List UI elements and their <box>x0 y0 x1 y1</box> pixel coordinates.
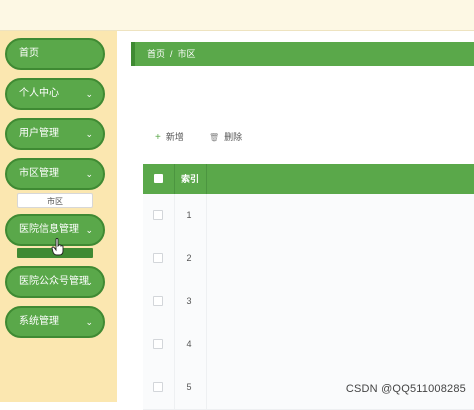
column-divider <box>206 366 207 409</box>
trash-icon: 🗑 <box>209 133 220 142</box>
sidebar-item-label: 用户管理 <box>19 128 59 139</box>
sidebar-item-home[interactable]: 首页 <box>5 38 105 70</box>
table-row[interactable]: 3 <box>143 280 474 324</box>
sidebar-item-user-management[interactable]: 用户管理 ⌄ <box>5 118 105 150</box>
chevron-down-icon: ⌄ <box>85 89 93 99</box>
table-row[interactable]: 2 <box>143 237 474 281</box>
column-divider <box>206 164 207 194</box>
sidebar-item-label: 首页 <box>19 48 39 59</box>
breadcrumb: 首页 / 市区 <box>131 42 474 66</box>
breadcrumb-home[interactable]: 首页 <box>147 49 165 59</box>
add-button[interactable]: + 新增 <box>155 130 184 143</box>
row-index: 5 <box>186 382 192 392</box>
plus-icon: + <box>155 132 161 143</box>
column-divider <box>206 237 207 280</box>
row-index: 4 <box>186 339 192 349</box>
column-divider <box>174 164 175 194</box>
table-header: 索引 <box>143 164 474 194</box>
breadcrumb-current: 市区 <box>177 49 196 59</box>
sidebar-item-system-management[interactable]: 系统管理 ⌄ <box>5 306 105 338</box>
breadcrumb-separator: / <box>170 49 173 59</box>
column-divider <box>206 280 207 323</box>
column-divider <box>206 194 207 237</box>
top-bar <box>0 0 474 31</box>
chevron-down-icon: ⌄ <box>85 169 93 179</box>
row-checkbox[interactable] <box>153 296 163 306</box>
row-checkbox[interactable] <box>153 382 163 392</box>
data-table: 索引 1 2 3 4 5 <box>143 164 474 410</box>
table-row[interactable]: 1 <box>143 194 474 238</box>
hand-cursor-icon <box>51 238 64 256</box>
chevron-down-icon: ⌄ <box>85 225 93 235</box>
chevron-down-icon: ⌄ <box>85 277 93 287</box>
sidebar-item-label: 医院公众号管理 <box>19 276 89 287</box>
sidebar-item-label: 市区管理 <box>19 168 59 179</box>
sidebar-item-label: 系统管理 <box>19 316 59 327</box>
chevron-down-icon: ⌄ <box>85 129 93 139</box>
row-index: 1 <box>186 210 192 220</box>
chevron-down-icon: ⌄ <box>85 317 93 327</box>
add-button-label: 新增 <box>165 132 184 142</box>
table-row[interactable]: 4 <box>143 323 474 367</box>
delete-button[interactable]: 🗑 删除 <box>209 130 242 143</box>
row-checkbox[interactable] <box>153 210 163 220</box>
row-checkbox[interactable] <box>153 253 163 263</box>
watermark: CSDN @QQ511008285 <box>345 383 466 395</box>
row-index: 2 <box>186 253 192 263</box>
sidebar-item-label: 个人中心 <box>19 88 59 99</box>
sidebar-item-label: 医院信息管理 <box>19 224 79 235</box>
row-checkbox[interactable] <box>153 339 163 349</box>
sidebar-item-district-management[interactable]: 市区管理 ⌄ <box>5 158 105 190</box>
sidebar-item-personal-center[interactable]: 个人中心 ⌄ <box>5 78 105 110</box>
submenu-item-district[interactable]: 市区 <box>17 193 93 208</box>
delete-button-label: 删除 <box>224 132 243 142</box>
select-all-checkbox[interactable] <box>154 174 163 183</box>
column-header-index: 索引 <box>181 174 200 184</box>
sidebar-item-hospital-official-account[interactable]: 医院公众号管理 ⌄ <box>5 266 105 298</box>
column-divider <box>206 323 207 366</box>
row-index: 3 <box>186 296 192 306</box>
